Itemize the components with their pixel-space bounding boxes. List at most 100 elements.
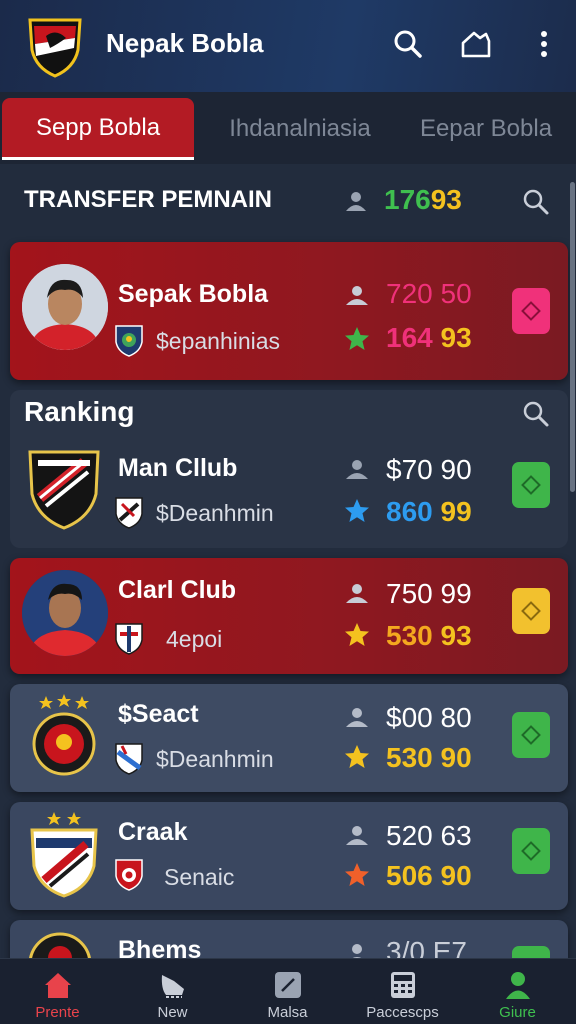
transfer-count-a: 176 <box>384 184 431 215</box>
ranking-item-value2-b: 90 <box>440 860 472 891</box>
tab-ihdanalniasia[interactable]: Ihdanalniasia <box>206 98 394 160</box>
featured-value1-b: 50 <box>440 278 472 309</box>
nav-label: Prente <box>35 1004 80 1021</box>
search-icon[interactable] <box>390 26 426 62</box>
app-bar: Nepak Bobla <box>0 0 576 92</box>
ranking-item-value2: 530 93 <box>386 620 472 652</box>
transfer-count-b: 93 <box>430 184 462 215</box>
featured-value2-b: 93 <box>440 322 472 353</box>
ranking-item-name: $Seact <box>118 700 199 728</box>
club-badge-icon <box>115 325 143 357</box>
nav-label: Paccescps <box>366 1004 439 1021</box>
tag-icon <box>521 301 541 321</box>
person-icon <box>346 708 368 727</box>
ranking-item[interactable]: Clarl Club 4epoi 750 99 530 93 <box>10 558 568 674</box>
ranking-item-value2-b: 90 <box>440 742 472 773</box>
tag-icon <box>521 841 541 861</box>
tag-icon <box>521 601 541 621</box>
home-outline-icon[interactable] <box>458 26 494 62</box>
ranking-item-value2-a: 530 <box>386 620 433 651</box>
person-icon <box>346 192 366 211</box>
ranking-item-value2-b: 99 <box>440 496 472 527</box>
ranking-item-value2-b: 93 <box>440 620 472 651</box>
more-vert-icon[interactable] <box>526 26 562 62</box>
club-badge-icon <box>115 743 143 775</box>
tag-button[interactable] <box>512 288 550 334</box>
ranking-item[interactable]: Craak Senaic 520 63 506 90 <box>10 802 568 910</box>
person-icon <box>346 286 368 305</box>
featured-value2: 164 93 <box>386 322 472 354</box>
featured-value1-a: 720 <box>386 278 433 309</box>
tab-sepp-bobla[interactable]: Sepp Bobla <box>2 98 194 160</box>
ranking-item-value2-a: 860 <box>386 496 433 527</box>
star-icon <box>345 623 369 646</box>
ranking-item-name: Man Cllub <box>118 454 238 482</box>
tag-button[interactable] <box>512 828 550 874</box>
ranking-item-value1: 750 99 <box>386 578 472 609</box>
star-icon <box>345 863 369 886</box>
profile-icon <box>503 970 533 1000</box>
ranking-item-name: Craak <box>118 818 188 846</box>
nav-prente[interactable]: Prente <box>0 959 115 1024</box>
nav-label: Giure <box>499 1004 536 1021</box>
transfer-search-icon[interactable] <box>522 188 550 216</box>
ranking-item-subtitle: $Deanhmin <box>156 746 274 772</box>
transfer-title: TRANSFER PEMNAIN <box>24 186 273 213</box>
cleat-icon <box>158 970 188 1000</box>
nav-malsa[interactable]: Malsa <box>230 959 345 1024</box>
home-icon <box>43 970 73 1000</box>
ranking-item-value2-a: 530 <box>386 742 433 773</box>
calculator-icon <box>388 970 418 1000</box>
tab-eepar-bobla[interactable]: Eepar Bobla <box>406 98 566 160</box>
club-logo <box>28 18 82 78</box>
nav-label: New <box>157 1004 188 1021</box>
person-icon <box>346 460 368 479</box>
player-avatar <box>22 264 108 350</box>
club-crest-icon <box>32 694 96 776</box>
star-icon <box>345 499 369 522</box>
featured-subtitle: $epanhinias <box>156 328 281 354</box>
ranking-item-value2: 860 99 <box>386 496 472 528</box>
ranking-item-subtitle: Senaic <box>164 864 235 890</box>
ranking-item-value2: 530 90 <box>386 742 472 774</box>
ranking-item-subtitle: 4epoi <box>166 626 223 652</box>
ranking-item[interactable]: Man Cllub $Deanhmin $70 90 860 99 <box>10 440 568 548</box>
person-icon <box>346 584 368 603</box>
slash-square-icon <box>273 970 303 1000</box>
club-crest-icon <box>28 450 100 530</box>
transfer-header: TRANSFER PEMNAIN 17693 <box>0 176 576 228</box>
club-crest-icon <box>30 812 98 898</box>
star-icon <box>345 327 369 350</box>
ranking-item-value2-a: 506 <box>386 860 433 891</box>
ranking-item-name: Clarl Club <box>118 576 237 604</box>
tag-button[interactable] <box>512 462 550 508</box>
ranking-item-value1: $70 90 <box>386 454 472 485</box>
tag-icon <box>521 725 541 745</box>
scrollbar[interactable] <box>570 182 575 492</box>
tag-button[interactable] <box>512 712 550 758</box>
nav-paccescps[interactable]: Paccescps <box>345 959 460 1024</box>
featured-player-card[interactable]: Sepak Bobla $epanhinias 720 50 164 93 <box>10 242 568 380</box>
transfer-count: 17693 <box>384 184 462 216</box>
ranking-item-value2: 506 90 <box>386 860 472 892</box>
club-badge-icon <box>115 859 143 891</box>
ranking-search-icon[interactable] <box>522 400 550 428</box>
ranking-item-value1: 520 63 <box>386 820 472 851</box>
nav-giure[interactable]: Giure <box>460 959 575 1024</box>
featured-value1: 720 50 <box>386 278 472 310</box>
person-icon <box>346 826 368 845</box>
bottom-nav: Prente New Malsa Paccescps Giure <box>0 958 576 1024</box>
app-title: Nepak Bobla <box>106 28 264 58</box>
ranking-item-subtitle: $Deanhmin <box>156 500 274 526</box>
star-icon <box>345 745 369 768</box>
tag-icon <box>521 475 541 495</box>
player-avatar <box>22 570 108 656</box>
tag-button[interactable] <box>512 588 550 634</box>
club-badge-icon <box>115 623 143 655</box>
nav-new[interactable]: New <box>115 959 230 1024</box>
ranking-item-value1: $00 80 <box>386 702 472 733</box>
ranking-item[interactable]: $Seact $Deanhmin $00 80 530 90 <box>10 684 568 792</box>
tab-bar: Sepp Bobla Ihdanalniasia Eepar Bobla <box>0 92 576 164</box>
nav-label: Malsa <box>267 1004 308 1021</box>
featured-name: Sepak Bobla <box>118 280 269 308</box>
